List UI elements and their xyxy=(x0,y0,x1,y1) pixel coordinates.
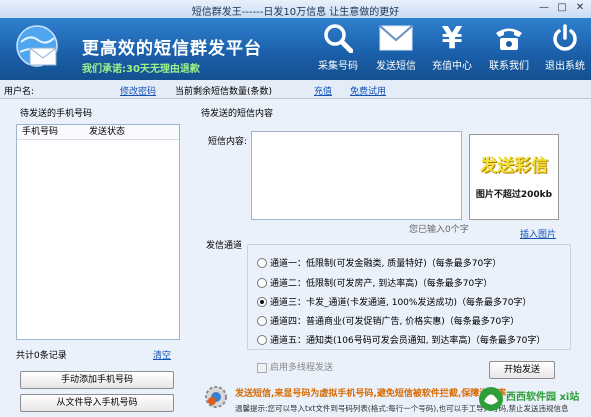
mms-image-limit: 图片不超过200kb xyxy=(475,190,553,200)
radio-button[interactable] xyxy=(257,257,267,268)
column-phone: 手机号码 xyxy=(22,127,59,137)
info-bar: 用户名: 修改密码 当前剩余短信数量(条数) 充值 免费试用 xyxy=(0,80,591,99)
channel-label-2: 通道二：低限制(可发房产, 到达率高)（每条最多70字） xyxy=(270,279,493,289)
channel-option-1[interactable]: 通道一：低限制(可发金融类, 质量特好)（每条最多70字） xyxy=(257,256,501,269)
channel-label-4: 通道四：普通商业(可发促销广告, 价格实惠)（每条最多70字） xyxy=(270,317,520,327)
nav-label: 联系我们 xyxy=(489,61,529,72)
app-header: 更高效的短信群发平台 我们承诺:30天无理由退款 采集号码 发送短信 ¥ 充值中… xyxy=(0,18,591,80)
insert-image-link[interactable]: 插入图片 xyxy=(520,227,556,240)
right-panel-title: 待发送的短信内容 xyxy=(201,109,274,119)
slogan: 更高效的短信群发平台 xyxy=(82,39,262,59)
minimize-button[interactable]: — xyxy=(536,2,552,13)
channel-label-5: 通道五：通知类(106号码可发会员通知, 到达率高)（每条最多70字） xyxy=(270,336,546,346)
mms-image-title: 发送彩信 xyxy=(480,156,548,176)
channel-option-5[interactable]: 通道五：通知类(106号码可发会员通知, 到达率高)（每条最多70字） xyxy=(257,333,545,346)
manual-add-button[interactable]: 手动添加手机号码 xyxy=(20,371,174,389)
channel-label-1: 通道一：低限制(可发金融类, 质量特好)（每条最多70字） xyxy=(270,259,502,269)
record-count: 共计0条记录 xyxy=(16,351,67,361)
send-notice: 发送短信,来显号码为虚拟手机号码,避免短信被软件拦截,保障送达率 xyxy=(235,389,507,399)
mms-image-box[interactable]: 发送彩信 图片不超过200kb xyxy=(469,134,559,220)
free-trial-link[interactable]: 免费试用 xyxy=(350,84,386,97)
channel-label: 发信通道 xyxy=(206,241,243,251)
channel-label-3: 通道三：卡发_通道(卡发通道, 100%发送成功)（每条最多70字） xyxy=(270,298,532,308)
watermark-text: 西西软件园 xi站 xyxy=(506,392,580,403)
radio-button[interactable] xyxy=(257,277,267,288)
multithread-checkbox[interactable]: 启用多线程发送 xyxy=(257,360,333,373)
radio-button-selected[interactable] xyxy=(257,296,267,307)
start-send-button[interactable]: 开始发送 xyxy=(489,361,555,379)
radio-button[interactable] xyxy=(257,315,267,326)
channel-option-3[interactable]: 通道三：卡发_通道(卡发通道, 100%发送成功)（每条最多70字） xyxy=(257,295,531,308)
import-file-button[interactable]: 从文件导入手机号码 xyxy=(20,394,174,412)
maximize-button[interactable]: □ xyxy=(554,2,570,13)
refund-promise: 我们承诺:30天无理由退款 xyxy=(82,64,200,75)
left-panel-title: 待发送的手机号码 xyxy=(20,109,93,119)
nav-label: 充值中心 xyxy=(432,61,472,72)
search-icon xyxy=(310,20,366,56)
radio-button[interactable] xyxy=(257,334,267,345)
list-header: 手机号码 发送状态 xyxy=(17,125,179,140)
power-icon xyxy=(537,20,591,56)
recharge-center-button[interactable]: ¥ 充值中心 xyxy=(424,20,480,76)
window-title: 短信群发王------日发10万信息 让生意做的更好 xyxy=(191,7,400,18)
sms-content-label: 短信内容: xyxy=(208,137,248,147)
collect-numbers-button[interactable]: 采集号码 xyxy=(310,20,366,76)
envelope-icon xyxy=(368,20,424,56)
telephone-icon xyxy=(481,20,537,56)
username-label: 用户名: xyxy=(4,87,35,97)
change-password-link[interactable]: 修改密码 xyxy=(120,84,156,97)
nav-label: 发送短信 xyxy=(376,61,416,72)
char-count: 您已输入0个字 xyxy=(409,225,469,235)
gear-info-icon xyxy=(203,384,229,410)
balance-label: 当前剩余短信数量(条数) xyxy=(175,87,273,97)
exit-system-button[interactable]: 退出系统 xyxy=(537,20,591,76)
phone-number-list[interactable]: 手机号码 发送状态 xyxy=(16,124,180,340)
envelope-globe-icon xyxy=(12,24,62,70)
watermark-logo-icon xyxy=(479,387,503,411)
watermark: 西西软件园 xi站 xyxy=(478,384,586,414)
contact-us-button[interactable]: 联系我们 xyxy=(481,20,537,76)
nav-label: 退出系统 xyxy=(545,61,585,72)
title-bar: 短信群发王------日发10万信息 让生意做的更好 — □ ✕ xyxy=(0,0,591,19)
recharge-link[interactable]: 充值 xyxy=(314,84,332,97)
nav-label: 采集号码 xyxy=(318,61,358,72)
channel-option-2[interactable]: 通道二：低限制(可发房产, 到达率高)（每条最多70字） xyxy=(257,276,492,289)
sms-content-textarea[interactable] xyxy=(251,131,462,220)
yen-icon: ¥ xyxy=(441,20,463,56)
channel-option-4[interactable]: 通道四：普通商业(可发促销广告, 价格实惠)（每条最多70字） xyxy=(257,314,519,327)
clear-list-link[interactable]: 清空 xyxy=(153,348,171,361)
send-sms-button[interactable]: 发送短信 xyxy=(368,20,424,76)
multithread-label: 启用多线程发送 xyxy=(270,363,334,373)
column-status: 发送状态 xyxy=(89,127,126,137)
close-button[interactable]: ✕ xyxy=(572,2,588,13)
checkbox-box[interactable] xyxy=(257,362,267,373)
